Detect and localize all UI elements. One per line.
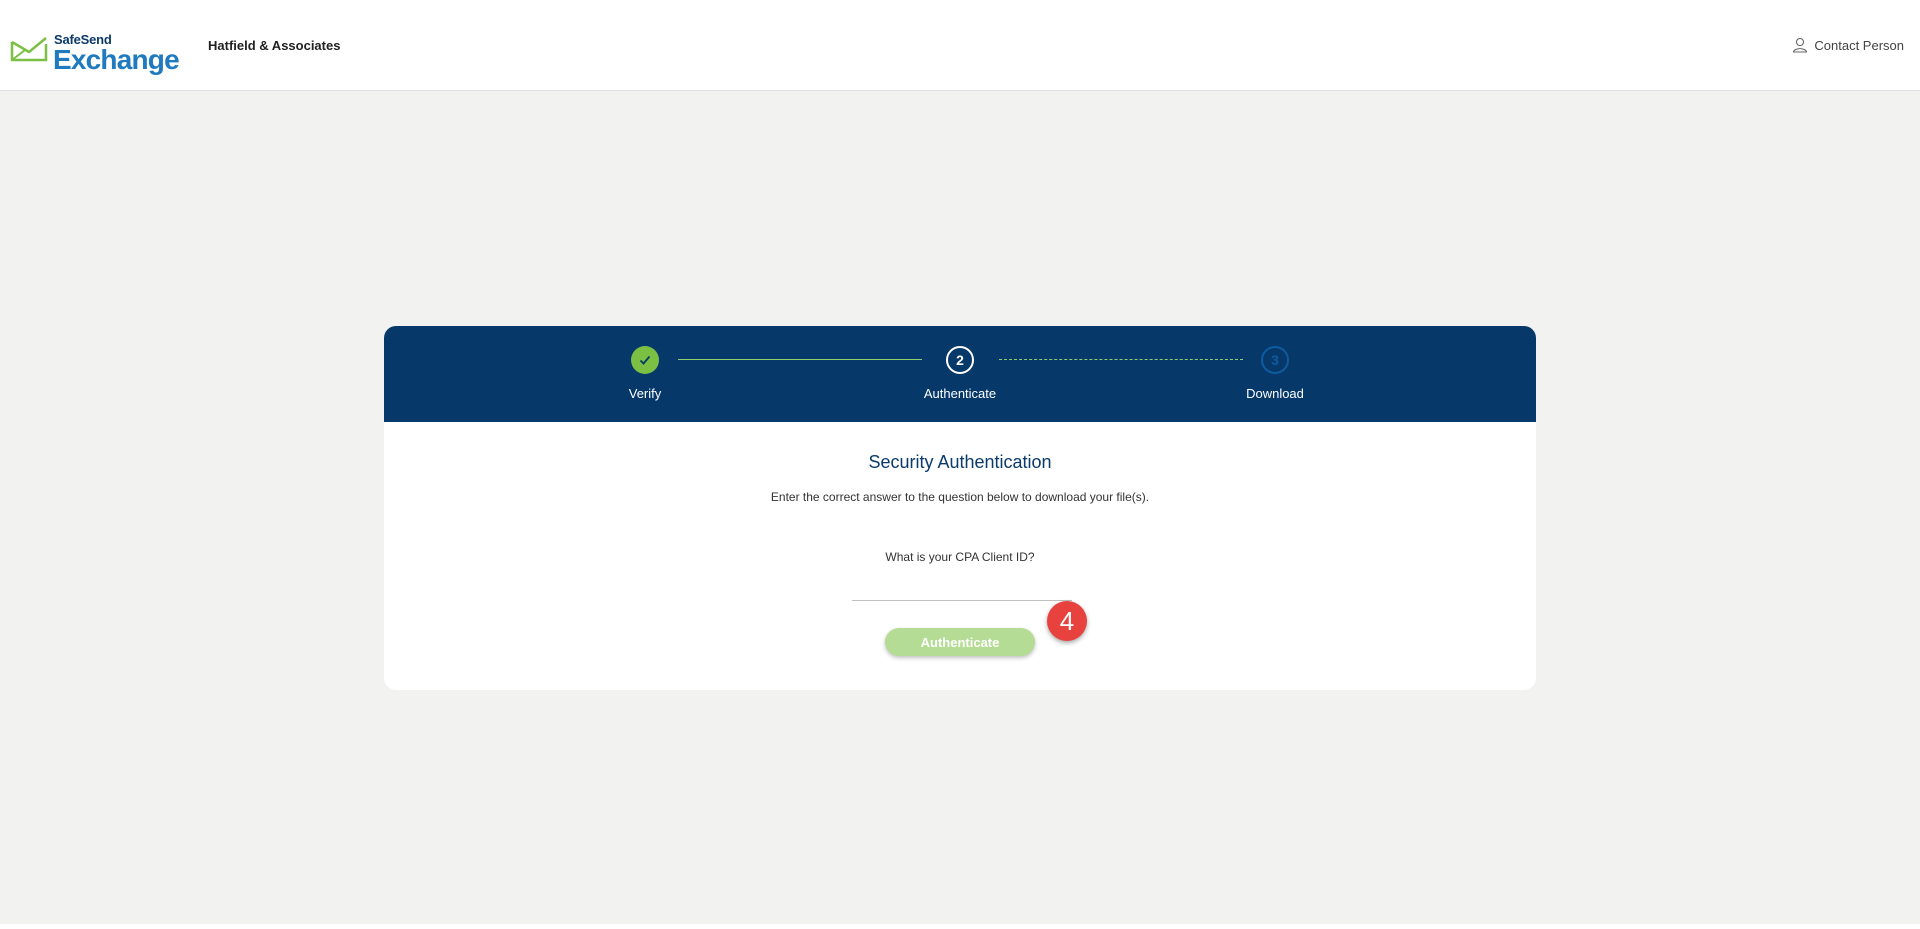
security-question: What is your CPA Client ID?	[885, 550, 1035, 564]
instructions-text: Enter the correct answer to the question…	[770, 490, 1150, 504]
step-authenticate-label: Authenticate	[923, 386, 997, 401]
step-connector-completed	[678, 359, 922, 360]
safesend-exchange-logo[interactable]: SafeSend Exchange	[10, 30, 180, 75]
progress-stepper: Verify 2 Authenticate 3 Download	[384, 326, 1536, 422]
page-title: Security Authentication	[868, 452, 1052, 472]
contact-person-link[interactable]: Contact Person	[1792, 37, 1904, 53]
step-connector-pending	[999, 359, 1243, 360]
step-marker-badge: 4	[1047, 601, 1087, 641]
authenticate-button[interactable]: Authenticate	[885, 628, 1035, 656]
contact-person-label: Contact Person	[1814, 37, 1904, 53]
step-verify-label: Verify	[628, 386, 662, 401]
step-download-label: Download	[1246, 386, 1304, 401]
answer-input[interactable]	[852, 576, 1072, 601]
envelope-logo-icon	[10, 37, 48, 62]
step-authenticate-circle: 2	[946, 346, 974, 374]
user-icon	[1793, 37, 1808, 53]
step-verify-circle	[631, 346, 659, 374]
checkmark-icon	[639, 355, 651, 365]
authentication-card: Verify 2 Authenticate 3 Download Securit…	[384, 326, 1536, 690]
logo-text-exchange: Exchange	[53, 44, 180, 75]
footer-strip	[0, 924, 1920, 929]
company-name: Hatfield & Associates	[208, 38, 341, 53]
step-download-circle: 3	[1261, 346, 1289, 374]
top-header: SafeSend Exchange Hatfield & Associates …	[0, 0, 1920, 91]
